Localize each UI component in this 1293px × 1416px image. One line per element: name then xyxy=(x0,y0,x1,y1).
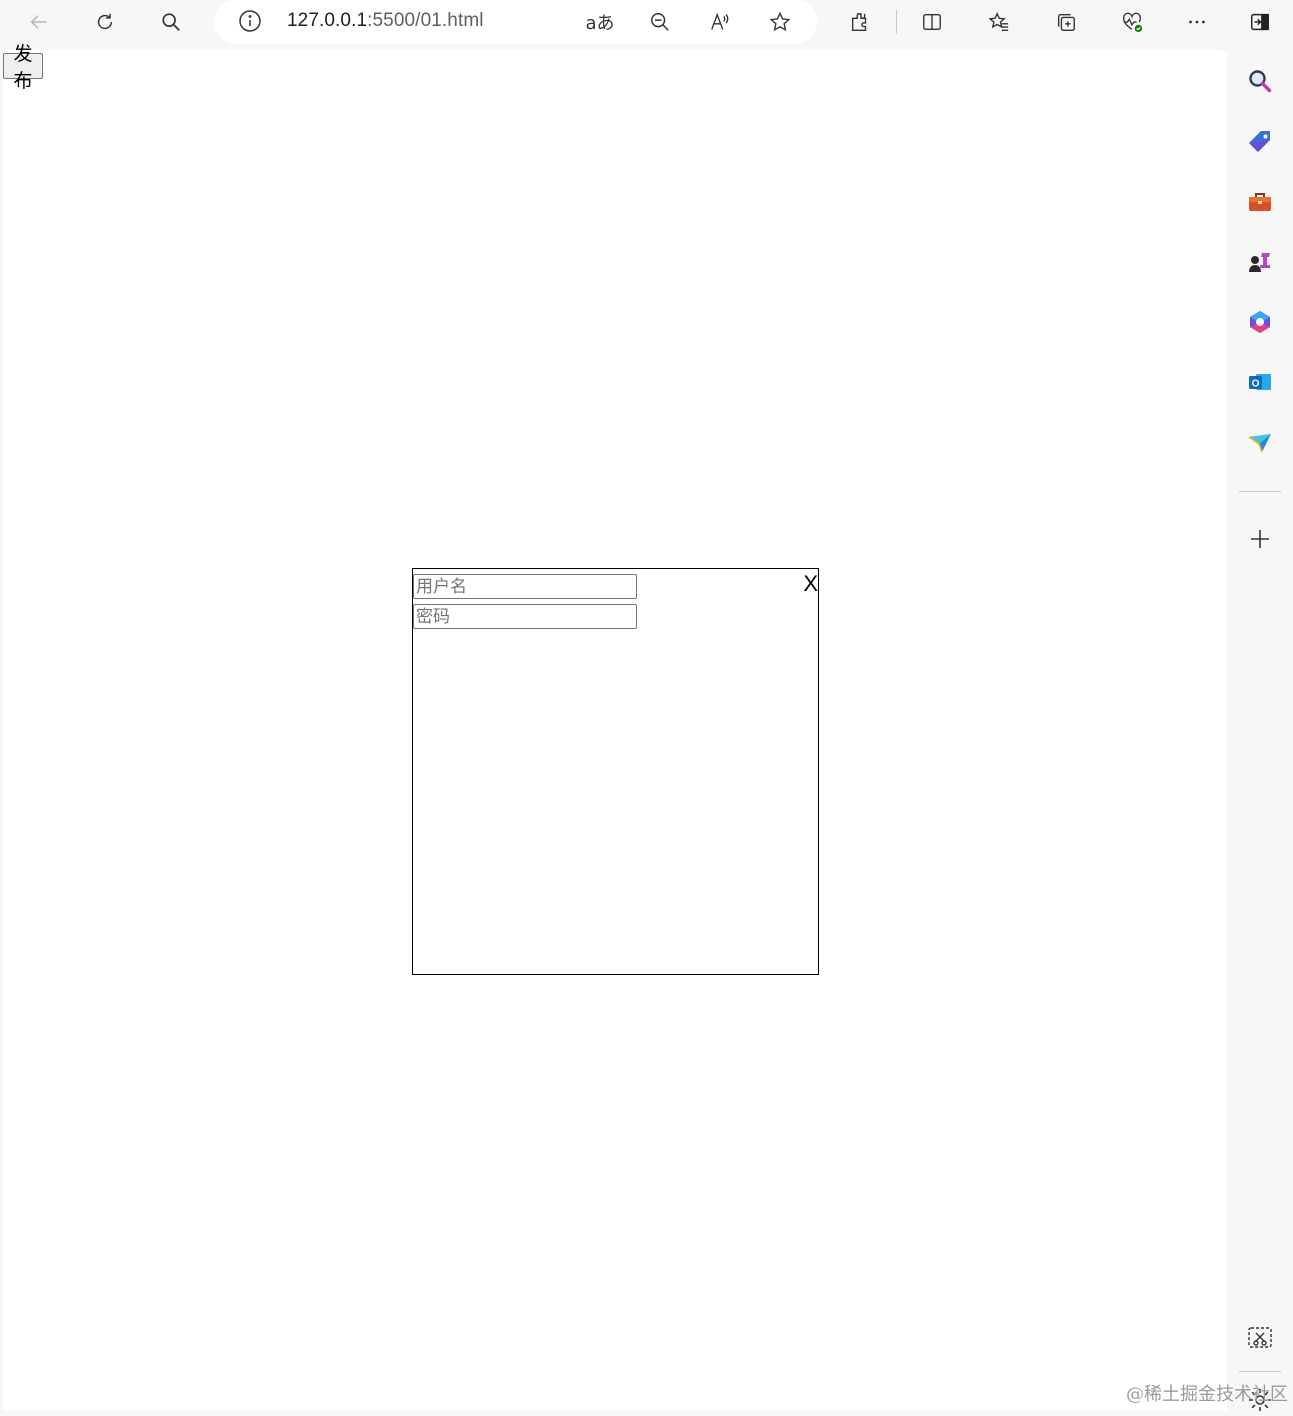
add-sidebar-app-icon[interactable] xyxy=(1244,523,1276,555)
back-arrow-icon[interactable] xyxy=(24,7,54,37)
edge-sidebar: O xyxy=(1228,46,1293,1411)
split-screen-icon[interactable] xyxy=(917,7,947,37)
address-bar[interactable]: 127.0.0.1:5500/01.html aあ xyxy=(214,0,817,44)
publish-button[interactable]: 发布 xyxy=(3,43,43,92)
read-aloud-icon[interactable] xyxy=(705,7,735,37)
search-sidebar-icon[interactable] xyxy=(1244,65,1276,97)
site-info-icon[interactable] xyxy=(238,9,264,35)
url-path: :5500/01.html xyxy=(367,10,484,31)
sidebar-toggle-icon[interactable] xyxy=(1245,7,1275,37)
microsoft-365-icon[interactable] xyxy=(1244,306,1276,338)
screenshot-capture-icon[interactable] xyxy=(1244,1322,1276,1354)
games-chess-icon[interactable] xyxy=(1244,246,1276,278)
svg-text:O: O xyxy=(1252,379,1260,390)
browser-essentials-icon[interactable] xyxy=(1117,7,1147,37)
more-options-icon[interactable] xyxy=(1182,7,1212,37)
shopping-tag-icon[interactable] xyxy=(1244,126,1276,158)
page-viewport: 发布 X xyxy=(3,43,1227,1410)
outlook-icon[interactable]: O xyxy=(1244,366,1276,398)
favorites-icon[interactable] xyxy=(984,7,1014,37)
zoom-out-icon[interactable] xyxy=(645,7,675,37)
url-host: 127.0.0.1 xyxy=(287,10,368,31)
login-dialog: X xyxy=(412,568,819,975)
toolbar-separator xyxy=(896,10,897,34)
collections-icon[interactable] xyxy=(1051,7,1081,37)
search-icon[interactable] xyxy=(156,7,186,37)
refresh-icon[interactable] xyxy=(90,7,120,37)
sidebar-divider-bottom xyxy=(1239,1371,1281,1372)
translate-label: aあ xyxy=(585,13,615,34)
favorite-star-icon[interactable] xyxy=(765,7,795,37)
sidebar-divider xyxy=(1239,491,1281,492)
watermark-text: @稀土掘金技术社区 xyxy=(1126,1384,1288,1405)
extensions-icon[interactable] xyxy=(845,7,875,37)
translate-icon[interactable]: aあ xyxy=(585,7,615,37)
password-input[interactable] xyxy=(413,604,637,629)
send-paper-plane-icon[interactable] xyxy=(1244,426,1276,458)
close-button[interactable]: X xyxy=(803,571,818,597)
url-text[interactable]: 127.0.0.1:5500/01.html xyxy=(287,10,484,32)
tools-briefcase-icon[interactable] xyxy=(1244,186,1276,218)
username-input[interactable] xyxy=(413,574,637,599)
browser-toolbar: 127.0.0.1:5500/01.html aあ xyxy=(0,0,1293,46)
